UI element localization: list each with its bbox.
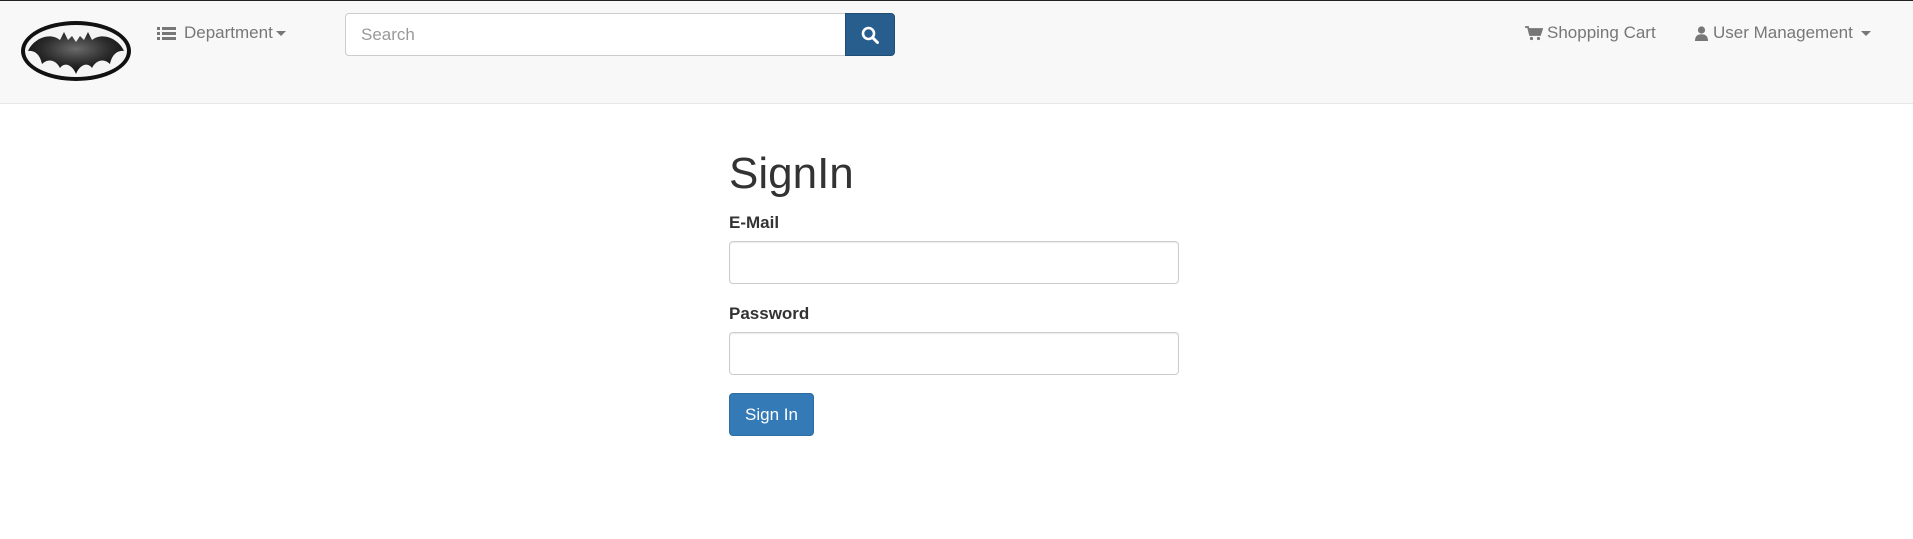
user-management-dropdown[interactable]: User Management [1695, 22, 1871, 44]
user-icon [1695, 25, 1708, 41]
password-field[interactable] [729, 332, 1179, 376]
email-group: E-Mail [729, 213, 1179, 285]
search-button[interactable] [845, 13, 895, 56]
chevron-down-icon [1860, 30, 1871, 36]
list-icon [157, 26, 176, 40]
user-management-label: User Management [1713, 23, 1853, 42]
chevron-down-icon [275, 30, 286, 36]
page-title: SignIn [729, 149, 854, 198]
sign-in-button[interactable]: Sign In [729, 393, 814, 437]
signin-form: SignIn E-Mail Password Sign In [729, 149, 1179, 437]
shopping-cart-icon [1525, 25, 1543, 40]
email-field[interactable] [729, 241, 1179, 285]
search-bar [345, 13, 895, 56]
navbar: Department Shopping Cart User Management [0, 1, 1913, 104]
password-group: Password [729, 304, 1179, 376]
department-label: Department [184, 23, 273, 42]
search-icon [861, 26, 879, 44]
password-label: Password [729, 304, 810, 324]
shopping-cart-link[interactable]: Shopping Cart [1525, 22, 1656, 44]
department-dropdown[interactable]: Department [157, 22, 286, 44]
search-input[interactable] [345, 13, 845, 56]
email-label: E-Mail [729, 213, 780, 233]
bat-logo[interactable] [20, 20, 132, 82]
shopping-cart-label: Shopping Cart [1547, 23, 1656, 42]
